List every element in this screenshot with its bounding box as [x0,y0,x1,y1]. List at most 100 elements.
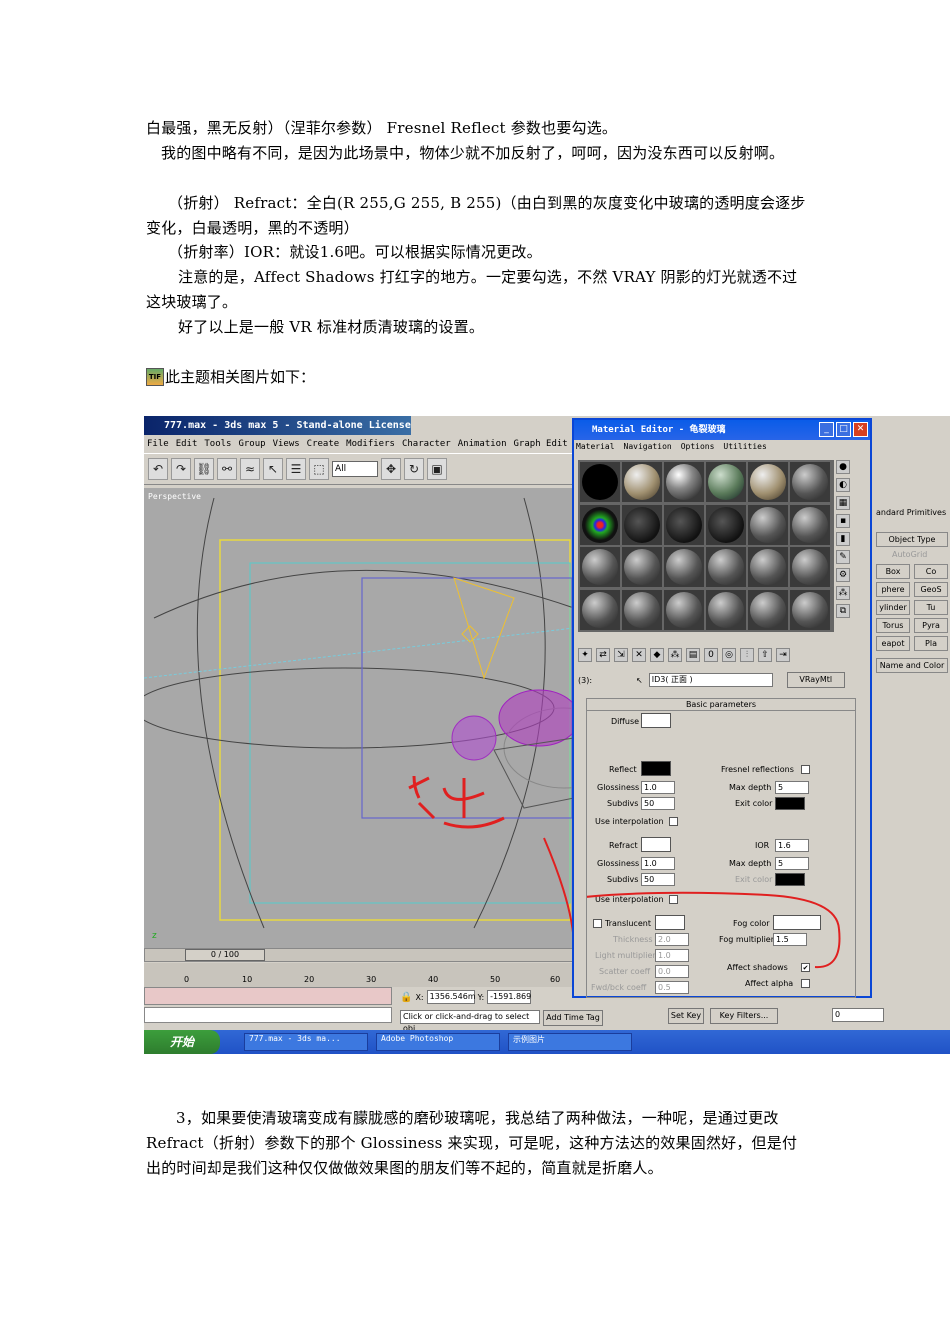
name-color-rollout[interactable]: Name and Color [876,658,948,673]
menu-views[interactable]: Views [273,436,300,452]
selection-filter-select[interactable]: All [332,461,378,477]
sample-type-icon[interactable]: ● [836,460,850,474]
pick-material-icon[interactable]: ↖ [636,676,643,685]
menu-create[interactable]: Create [307,436,340,452]
material-map-navigator-icon[interactable]: ⧉ [836,604,850,618]
video-check-icon[interactable]: ▮ [836,532,850,546]
plane-button[interactable]: Pla [914,636,948,651]
region-select-icon[interactable]: ⬚ [309,458,329,480]
sample-slot[interactable] [580,589,620,630]
material-type-button[interactable]: VRayMtl [786,672,845,688]
key-filters-button[interactable]: Key Filters... [710,1008,778,1024]
select-and-move-icon[interactable]: ✥ [381,458,401,480]
assign-material-icon[interactable]: ⇲ [614,648,628,662]
geosphere-button[interactable]: GeoS [914,582,948,597]
make-unique-icon[interactable]: ⁂ [668,648,682,662]
sample-slot[interactable] [706,589,746,630]
sample-slot[interactable] [748,589,788,630]
put-to-scene-icon[interactable]: ⇄ [596,648,610,662]
get-material-icon[interactable]: ✦ [578,648,592,662]
light-multiplier-spinner[interactable]: 1.0 [655,949,689,962]
category-select[interactable]: andard Primitives [876,508,946,517]
refr-exit-color-swatch[interactable] [775,873,805,886]
show-map-icon[interactable]: ◎ [722,648,736,662]
bind-spacewarp-icon[interactable]: ≈ [240,458,260,480]
maxscript-listener[interactable] [144,987,392,1005]
copy-material-icon[interactable]: ◆ [650,648,664,662]
material-name-field[interactable]: ID3( 正面 ) [648,673,773,687]
make-preview-icon[interactable]: ✎ [836,550,850,564]
x-coord-field[interactable]: 1356.546m [426,990,476,1004]
menu-character[interactable]: Character [402,436,451,452]
y-coord-field[interactable]: -1591.869 [487,990,531,1004]
select-and-scale-icon[interactable]: ▣ [427,458,447,480]
menu-group[interactable]: Group [238,436,265,452]
refl-interp-checkbox[interactable] [669,817,678,826]
tube-button[interactable]: Tu [914,600,948,615]
sample-slot[interactable] [664,462,704,502]
select-by-name-icon[interactable]: ☰ [286,458,306,480]
menu-animation[interactable]: Animation [458,436,507,452]
select-icon[interactable]: ↖ [263,458,283,480]
diffuse-swatch[interactable] [641,713,671,728]
close-icon[interactable]: ✕ [853,422,868,437]
object-type-rollout[interactable]: Object Type [876,532,948,547]
taskbar-item-3dsmax[interactable]: 777.max - 3ds ma... [244,1033,368,1051]
sample-slot[interactable] [622,547,662,587]
fresnel-checkbox[interactable] [801,765,810,774]
redo-icon[interactable]: ↷ [171,458,191,480]
sample-slot[interactable] [748,504,788,545]
refl-exit-color-swatch[interactable] [775,797,805,810]
pyramid-button[interactable]: Pyra [914,618,948,633]
reset-map-icon[interactable]: ✕ [632,648,646,662]
cone-button[interactable]: Co [914,564,948,579]
sample-slot[interactable] [790,504,830,545]
sample-slot[interactable] [790,589,830,630]
menu-graph-editors[interactable]: Graph Edit [514,436,568,452]
taskbar-item-folder[interactable]: 示例图片 [508,1033,632,1051]
affect-shadows-checkbox[interactable]: ✔ [801,963,810,972]
show-end-result-icon[interactable]: ⫶ [740,648,754,662]
refract-swatch[interactable] [641,837,671,852]
me-menu-options[interactable]: Options [681,442,715,451]
sample-slot[interactable] [664,547,704,587]
sample-slot[interactable] [790,547,830,587]
affect-alpha-checkbox[interactable] [801,979,810,988]
refl-max-depth-spinner[interactable]: 5 [775,781,809,794]
me-menu-navigation[interactable]: Navigation [624,442,672,451]
box-button[interactable]: Box [876,564,910,579]
material-effects-channel-icon[interactable]: 0 [704,648,718,662]
put-to-library-icon[interactable]: ▤ [686,648,700,662]
lock-icon[interactable]: 🔒 [400,992,412,1003]
maxscript-input[interactable] [144,1007,392,1023]
sample-slot[interactable] [748,462,788,502]
select-by-material-icon[interactable]: ⁂ [836,586,850,600]
sample-slot[interactable] [622,504,662,545]
maximize-icon[interactable]: □ [836,422,851,437]
time-slider-track[interactable]: 0 / 100 [144,948,574,962]
link-icon[interactable]: ⛓ [194,458,214,480]
minimize-icon[interactable]: _ [819,422,834,437]
sample-slot[interactable] [664,504,704,545]
cylinder-button[interactable]: ylinder [876,600,910,615]
undo-icon[interactable]: ↶ [148,458,168,480]
go-forward-icon[interactable]: ⇥ [776,648,790,662]
sample-slot[interactable] [664,589,704,630]
menu-edit[interactable]: Edit [176,436,198,452]
sample-slot[interactable] [706,462,746,502]
reflect-swatch[interactable] [641,761,671,776]
uv-tiling-icon[interactable]: ▪ [836,514,850,528]
perspective-viewport[interactable]: Perspective z 注意 [144,488,576,948]
ior-spinner[interactable]: 1.6 [775,839,809,852]
go-to-parent-icon[interactable]: ⇧ [758,648,772,662]
add-time-tag-button[interactable]: Add Time Tag [543,1010,603,1026]
menu-file[interactable]: File [147,436,169,452]
refr-subdivs-spinner[interactable]: 50 [641,873,675,886]
refr-max-depth-spinner[interactable]: 5 [775,857,809,870]
menu-tools[interactable]: Tools [204,436,231,452]
menu-modifiers[interactable]: Modifiers [346,436,395,452]
autogrid-label[interactable]: AutoGrid [892,550,927,559]
teapot-button[interactable]: eapot [876,636,910,651]
fog-multiplier-spinner[interactable]: 1.5 [773,933,807,946]
taskbar-item-photoshop[interactable]: Adobe Photoshop [376,1033,500,1051]
